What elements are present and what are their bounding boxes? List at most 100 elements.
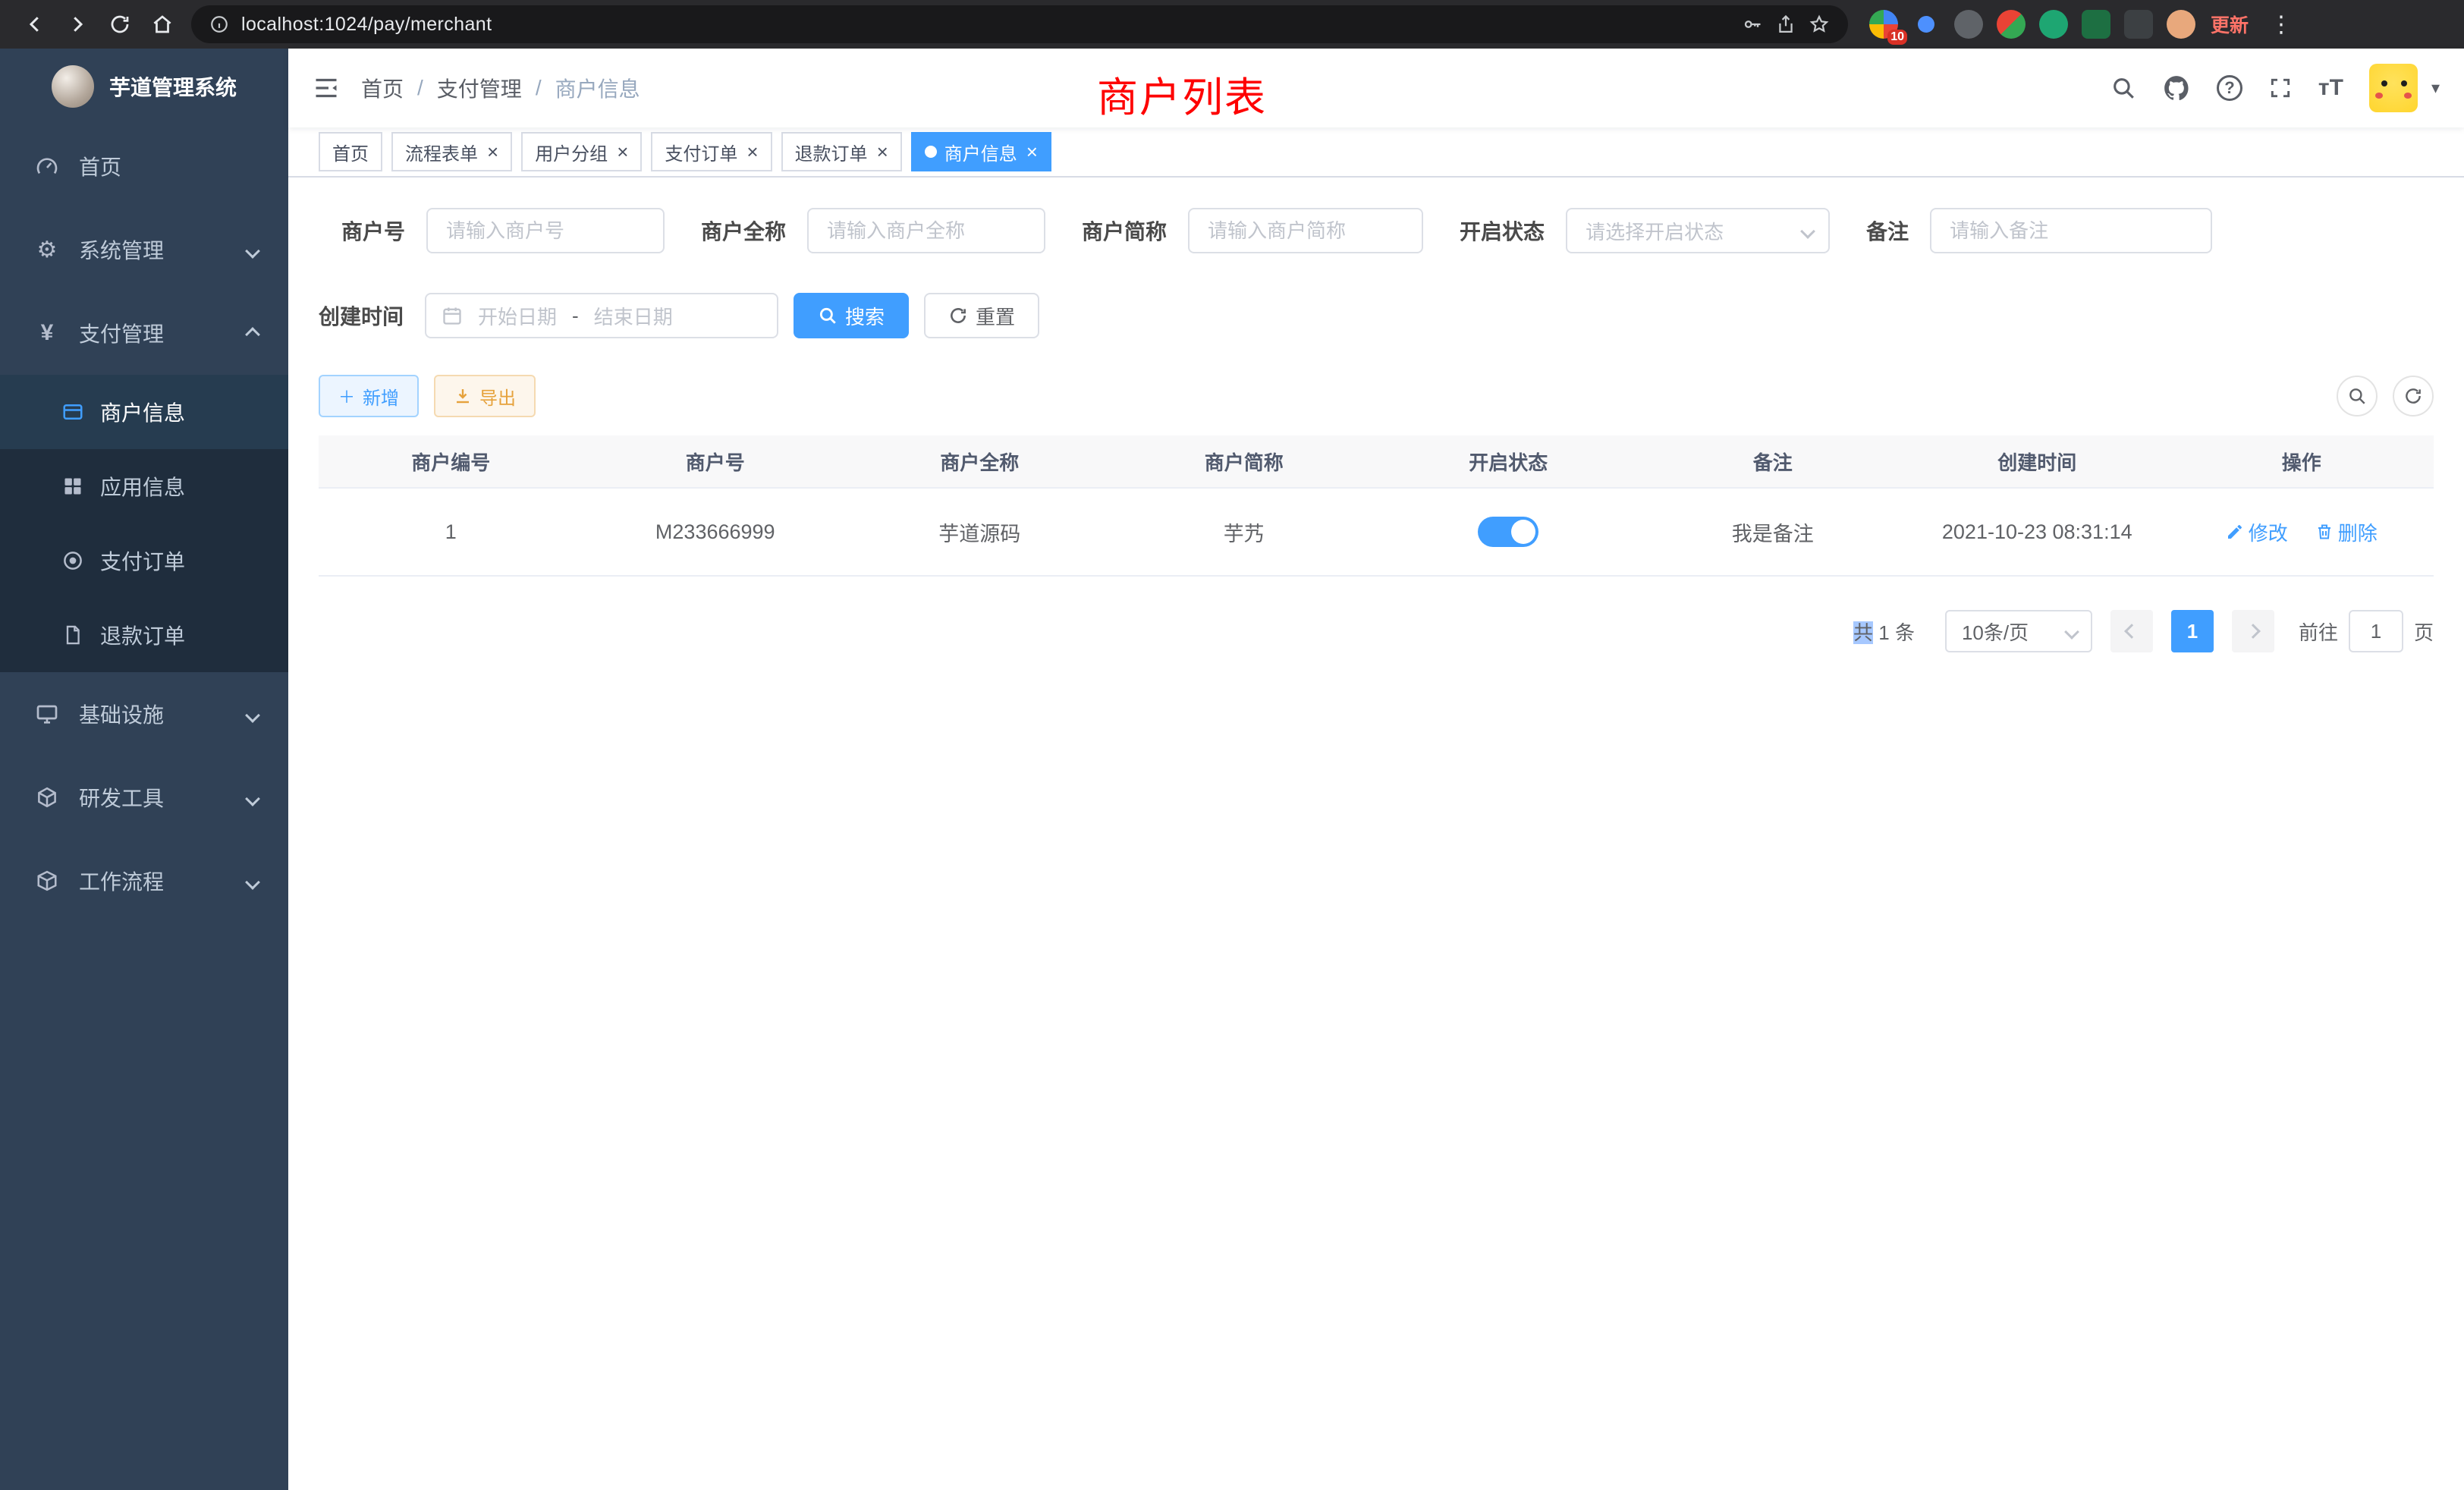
yen-icon: ¥ — [33, 320, 61, 346]
page-number-button[interactable]: 1 — [2171, 610, 2214, 652]
merchant-no-input[interactable] — [426, 208, 665, 253]
close-icon[interactable]: × — [877, 142, 888, 162]
breadcrumb-payment[interactable]: 支付管理 — [437, 73, 522, 103]
box-icon — [33, 869, 61, 892]
url-text[interactable]: localhost:1024/pay/merchant — [241, 14, 1730, 36]
browser-update-button[interactable]: 更新 — [2211, 11, 2249, 38]
app-logo-avatar — [52, 65, 94, 108]
date-range-picker[interactable]: 开始日期 - 结束日期 — [425, 293, 778, 338]
sidebar-item-refund-order[interactable]: 退款订单 — [0, 598, 288, 672]
document-icon — [61, 624, 85, 646]
col-header: 创建时间 — [1905, 448, 2170, 476]
extension-badge: 10 — [1887, 30, 1907, 45]
pagination: 共 1 条 10条/页 1 前往 页 — [319, 610, 2434, 652]
sidebar-item-dev-tools[interactable]: 研发工具 — [0, 756, 288, 839]
extension-bluedot-icon[interactable] — [1912, 10, 1941, 39]
extension-dark-icon[interactable] — [1954, 10, 1983, 39]
user-caret-down-icon[interactable]: ▾ — [2431, 78, 2440, 98]
sidebar-item-label: 支付订单 — [100, 545, 185, 576]
download-icon — [454, 387, 472, 405]
sidebar-item-app-info[interactable]: 应用信息 — [0, 449, 288, 523]
avatar-face — [2381, 80, 2387, 86]
tab-refund-order[interactable]: 退款订单× — [781, 132, 902, 171]
back-icon[interactable] — [15, 5, 55, 44]
extension-colorful-icon[interactable] — [1997, 10, 2026, 39]
export-button[interactable]: 导出 — [434, 375, 536, 417]
address-bar[interactable]: localhost:1024/pay/merchant — [191, 5, 1848, 43]
forward-icon[interactable] — [58, 5, 97, 44]
close-icon[interactable]: × — [487, 142, 498, 162]
plus-icon: ＋ — [338, 384, 355, 408]
tab-merchant-info[interactable]: 商户信息× — [911, 132, 1051, 171]
merchant-full-name-input[interactable] — [807, 208, 1045, 253]
sidebar-item-merchant-info[interactable]: 商户信息 — [0, 375, 288, 449]
filter-create-time: 创建时间 开始日期 - 结束日期 — [319, 293, 778, 338]
merchant-short-name-input[interactable] — [1188, 208, 1423, 253]
fullscreen-icon[interactable] — [2268, 76, 2293, 100]
sidebar-item-label: 首页 — [79, 151, 121, 181]
extension-pinwheel-icon[interactable]: 10 — [1869, 10, 1898, 39]
cell-merchant-no: M233666999 — [583, 520, 848, 544]
status-select[interactable]: 请选择开启状态 — [1566, 208, 1830, 253]
status-toggle[interactable] — [1478, 517, 1538, 547]
goto-page-input[interactable] — [2349, 610, 2403, 652]
app-title: 芋道管理系统 — [109, 71, 237, 102]
payment-submenu: 商户信息 应用信息 支付订单 退款订单 — [0, 375, 288, 672]
sidebar-item-home[interactable]: 首页 — [0, 124, 288, 208]
reset-button[interactable]: 重置 — [924, 293, 1039, 338]
next-page-button[interactable] — [2232, 610, 2274, 652]
close-icon[interactable]: × — [617, 142, 628, 162]
page-unit-label: 页 — [2414, 618, 2434, 646]
search-icon[interactable] — [2110, 75, 2136, 101]
close-icon[interactable]: × — [1026, 142, 1038, 162]
refresh-icon — [948, 306, 968, 325]
browser-menu-icon[interactable]: ⋮ — [2264, 11, 2299, 38]
col-header: 商户全称 — [847, 448, 1112, 476]
prev-page-button[interactable] — [2110, 610, 2153, 652]
add-button[interactable]: ＋ 新增 — [319, 375, 419, 417]
main-content: 商户号 商户全称 商户简称 开启状态 请选择开启状态 备注 — [288, 178, 2464, 1490]
edit-link[interactable]: 修改 — [2226, 518, 2288, 546]
extension-green-square-icon[interactable] — [2082, 10, 2110, 39]
bookmark-star-icon[interactable] — [1809, 14, 1830, 35]
sidebar-item-pay-order[interactable]: 支付订单 — [0, 523, 288, 598]
page-size-select[interactable]: 10条/页 — [1945, 610, 2092, 652]
reload-icon[interactable] — [100, 5, 140, 44]
sidebar-item-payment[interactable]: ¥ 支付管理 — [0, 291, 288, 375]
extensions-pin-icon[interactable] — [2124, 10, 2153, 39]
merchant-no-label: 商户号 — [341, 215, 405, 246]
merchant-card-icon — [61, 401, 85, 423]
share-icon[interactable] — [1775, 14, 1796, 35]
tab-home[interactable]: 首页 — [319, 132, 382, 171]
app-logo[interactable]: 芋道管理系统 — [0, 49, 288, 124]
delete-link[interactable]: 删除 — [2315, 518, 2378, 546]
site-info-icon[interactable] — [209, 14, 229, 34]
chevron-down-icon — [247, 702, 258, 726]
user-avatar[interactable] — [2369, 64, 2418, 112]
close-icon[interactable]: × — [746, 142, 758, 162]
toggle-search-button[interactable] — [2337, 376, 2378, 417]
total-count: 共 1 条 — [1853, 618, 1915, 646]
tab-pay-order[interactable]: 支付订单× — [651, 132, 772, 171]
target-circle-icon — [61, 549, 85, 572]
extension-green-circle-icon[interactable] — [2039, 10, 2068, 39]
github-icon[interactable] — [2162, 74, 2191, 102]
filter-merchant-short-name: 商户简称 — [1082, 208, 1423, 253]
tab-user-group[interactable]: 用户分组× — [521, 132, 642, 171]
breadcrumb-home[interactable]: 首页 — [361, 73, 404, 103]
password-key-icon[interactable] — [1742, 14, 1763, 35]
breadcrumb-separator: / — [536, 76, 542, 100]
search-button[interactable]: 搜索 — [794, 293, 909, 338]
font-size-icon[interactable]: тT — [2318, 75, 2343, 101]
remark-input[interactable] — [1930, 208, 2212, 253]
sidebar-item-infrastructure[interactable]: 基础设施 — [0, 672, 288, 756]
tab-process-form[interactable]: 流程表单× — [391, 132, 512, 171]
sidebar-item-system[interactable]: ⚙ 系统管理 — [0, 208, 288, 291]
sidebar-item-workflow[interactable]: 工作流程 — [0, 839, 288, 923]
merchant-table: 商户编号 商户号 商户全称 商户简称 开启状态 备注 创建时间 操作 1 M23… — [319, 435, 2434, 577]
home-icon[interactable] — [143, 5, 182, 44]
profile-avatar-icon[interactable] — [2167, 10, 2195, 39]
refresh-table-button[interactable] — [2393, 376, 2434, 417]
sidebar-fold-icon[interactable] — [313, 74, 340, 102]
help-icon[interactable]: ? — [2217, 75, 2242, 101]
